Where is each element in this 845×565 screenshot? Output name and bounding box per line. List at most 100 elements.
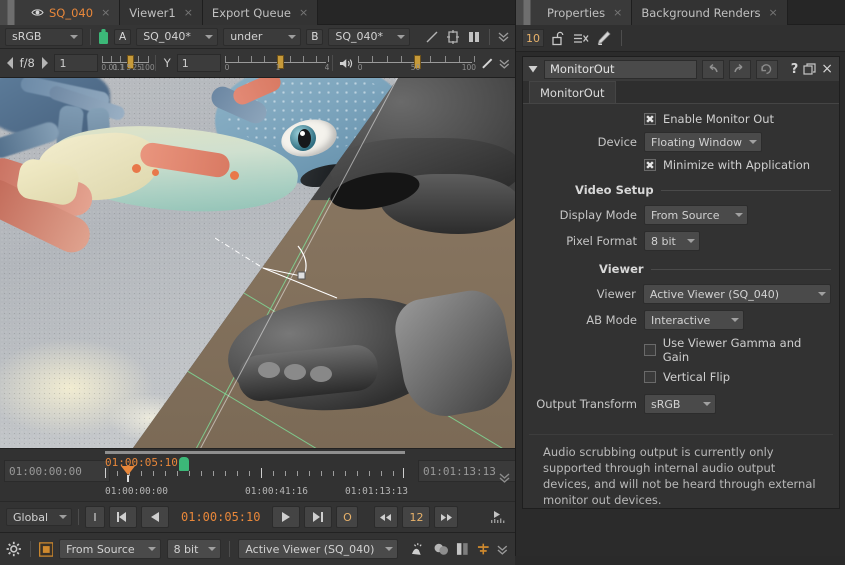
- a-input-dropdown[interactable]: SQ_040*: [136, 28, 218, 46]
- play-icon: [279, 511, 293, 523]
- vertical-flip-checkbox[interactable]: [644, 371, 656, 383]
- ab-mode-dropdown[interactable]: Interactive: [644, 310, 744, 330]
- edit-pencil-icon[interactable]: [596, 30, 612, 46]
- viewer-timeline[interactable]: 01:00:00:00 01:01:13:13 01:00:05:10: [0, 448, 515, 501]
- wipe-line-icon[interactable]: [424, 29, 440, 45]
- play-forward-button[interactable]: [272, 506, 300, 528]
- split-view-icon[interactable]: [466, 29, 482, 45]
- enable-monitor-out-row: ✖ Enable Monitor Out: [527, 112, 831, 126]
- gamma-input[interactable]: 1: [177, 54, 221, 72]
- flip-icon[interactable]: [455, 542, 470, 556]
- set-out-point-button[interactable]: O: [336, 506, 358, 528]
- chevron-down-icon: [735, 213, 743, 217]
- expand-chevrons-icon[interactable]: [496, 543, 509, 556]
- blend-mode-dropdown[interactable]: under: [223, 28, 301, 46]
- previous-keyframe-button[interactable]: [109, 506, 137, 528]
- clipboard-marker-icon[interactable]: [98, 28, 109, 45]
- gamma-slider[interactable]: 0 1 4: [225, 53, 327, 73]
- panel-grip-icon[interactable]: [0, 0, 22, 25]
- colorspace-dropdown[interactable]: sRGB: [5, 28, 83, 46]
- rewind-icon: [379, 513, 393, 522]
- tab-export-queue[interactable]: Export Queue ×: [203, 0, 318, 25]
- tab-properties[interactable]: Properties ×: [538, 0, 632, 25]
- play-backwards-button[interactable]: [141, 506, 169, 528]
- collapse-triangle-icon[interactable]: [527, 63, 539, 75]
- gain-increment-icon[interactable]: [39, 57, 51, 69]
- use-viewer-gamma-and-gain-checkbox[interactable]: [644, 344, 656, 356]
- float-panel-icon[interactable]: [803, 63, 816, 75]
- panel-grip-icon[interactable]: [516, 0, 538, 25]
- pixel-format-dropdown[interactable]: 8 bit: [644, 231, 700, 251]
- chevron-down-icon: [687, 239, 695, 243]
- volume-icon[interactable]: [339, 57, 354, 70]
- gain-slider[interactable]: 0.01 0.1 1 5 25 100: [102, 53, 148, 73]
- output-transform-dropdown[interactable]: sRGB: [644, 394, 716, 414]
- expand-chevrons-icon[interactable]: [497, 30, 510, 43]
- timeline-ruler[interactable]: 01:00:05:10: [105, 457, 405, 495]
- timeline-in-timecode[interactable]: 01:00:00:00: [4, 460, 110, 482]
- close-panel-icon[interactable]: ×: [821, 61, 835, 77]
- current-timecode[interactable]: 01:00:05:10: [173, 510, 268, 524]
- playhead-marker[interactable]: [121, 466, 135, 475]
- status-pixel-format-dropdown[interactable]: 8 bit: [167, 539, 222, 559]
- unlock-icon[interactable]: [551, 31, 566, 46]
- timeline-mode-dropdown[interactable]: Global: [6, 508, 72, 526]
- tab-label: Viewer1: [129, 6, 175, 20]
- gain-decrement-icon[interactable]: [4, 57, 16, 69]
- close-icon[interactable]: ×: [299, 6, 308, 19]
- overlay-frame-icon[interactable]: [445, 29, 461, 45]
- tab-label: Background Renders: [641, 6, 760, 20]
- display-mode-dropdown[interactable]: From Source: [644, 205, 748, 225]
- next-keyframe-button[interactable]: [304, 506, 332, 528]
- undo-button[interactable]: [702, 60, 724, 79]
- node-header: MonitorOut: [523, 57, 839, 81]
- status-display-mode-dropdown[interactable]: From Source: [59, 539, 160, 559]
- gear-icon[interactable]: [6, 541, 22, 557]
- blend-mode-value: under: [230, 30, 262, 43]
- remove-all-panels-icon[interactable]: [573, 32, 589, 45]
- color-picker-icon[interactable]: [480, 56, 495, 71]
- wipe-handle-overlay[interactable]: [205, 208, 355, 348]
- enable-monitor-out-checkbox[interactable]: ✖: [644, 113, 656, 125]
- volume-slider[interactable]: 0 50 100: [358, 53, 472, 73]
- close-icon[interactable]: ×: [184, 6, 193, 19]
- tab-sq040[interactable]: SQ_040 ×: [22, 0, 120, 25]
- minimize-with-application-checkbox[interactable]: ✖: [644, 159, 656, 171]
- a-input-value: SQ_040*: [143, 30, 191, 43]
- tab-background-renders[interactable]: Background Renders ×: [632, 0, 787, 25]
- max-panels-input[interactable]: 10: [522, 29, 544, 47]
- close-icon[interactable]: ×: [769, 6, 778, 19]
- close-icon[interactable]: ×: [613, 6, 622, 19]
- monitor-out-toggle-icon[interactable]: [39, 542, 54, 557]
- b-input-dropdown[interactable]: SQ_040*: [328, 28, 410, 46]
- node-name-field[interactable]: MonitorOut: [544, 60, 697, 79]
- tab-viewer1[interactable]: Viewer1 ×: [120, 0, 203, 25]
- channel-split-icon[interactable]: [476, 542, 491, 556]
- vertical-flip-label: Vertical Flip: [663, 370, 730, 384]
- expand-chevrons-icon[interactable]: [498, 471, 511, 484]
- redo-button[interactable]: [729, 60, 751, 79]
- volume-tick-2: 100: [462, 63, 476, 72]
- redo-arrow-icon: [733, 64, 746, 74]
- overlay-circles-icon[interactable]: [433, 542, 450, 556]
- timeline-tag-marker[interactable]: [179, 457, 189, 471]
- chevron-down-icon: [288, 35, 296, 39]
- viewer-image-canvas[interactable]: [0, 78, 515, 448]
- fps-field[interactable]: 12: [402, 506, 430, 528]
- expand-chevrons-icon[interactable]: [498, 57, 511, 70]
- decrease-fps-button[interactable]: [374, 506, 398, 528]
- increase-fps-button[interactable]: [434, 506, 458, 528]
- help-button[interactable]: ?: [791, 62, 799, 77]
- viewer-dropdown[interactable]: Active Viewer (SQ_040): [643, 284, 831, 304]
- audio-waveform-icon[interactable]: [489, 509, 509, 525]
- gain-input[interactable]: 1: [54, 54, 98, 72]
- viewer-value: Active Viewer (SQ_040): [650, 288, 779, 301]
- set-in-point-button[interactable]: I: [85, 506, 105, 528]
- node-tab-monitorout[interactable]: MonitorOut: [529, 81, 616, 103]
- revert-button[interactable]: [756, 60, 778, 79]
- device-dropdown[interactable]: Floating Window: [644, 132, 762, 152]
- gamma-label: Y: [162, 56, 173, 70]
- color-management-icon[interactable]: [410, 542, 427, 557]
- status-viewer-dropdown[interactable]: Active Viewer (SQ_040): [238, 539, 398, 559]
- close-icon[interactable]: ×: [101, 6, 110, 19]
